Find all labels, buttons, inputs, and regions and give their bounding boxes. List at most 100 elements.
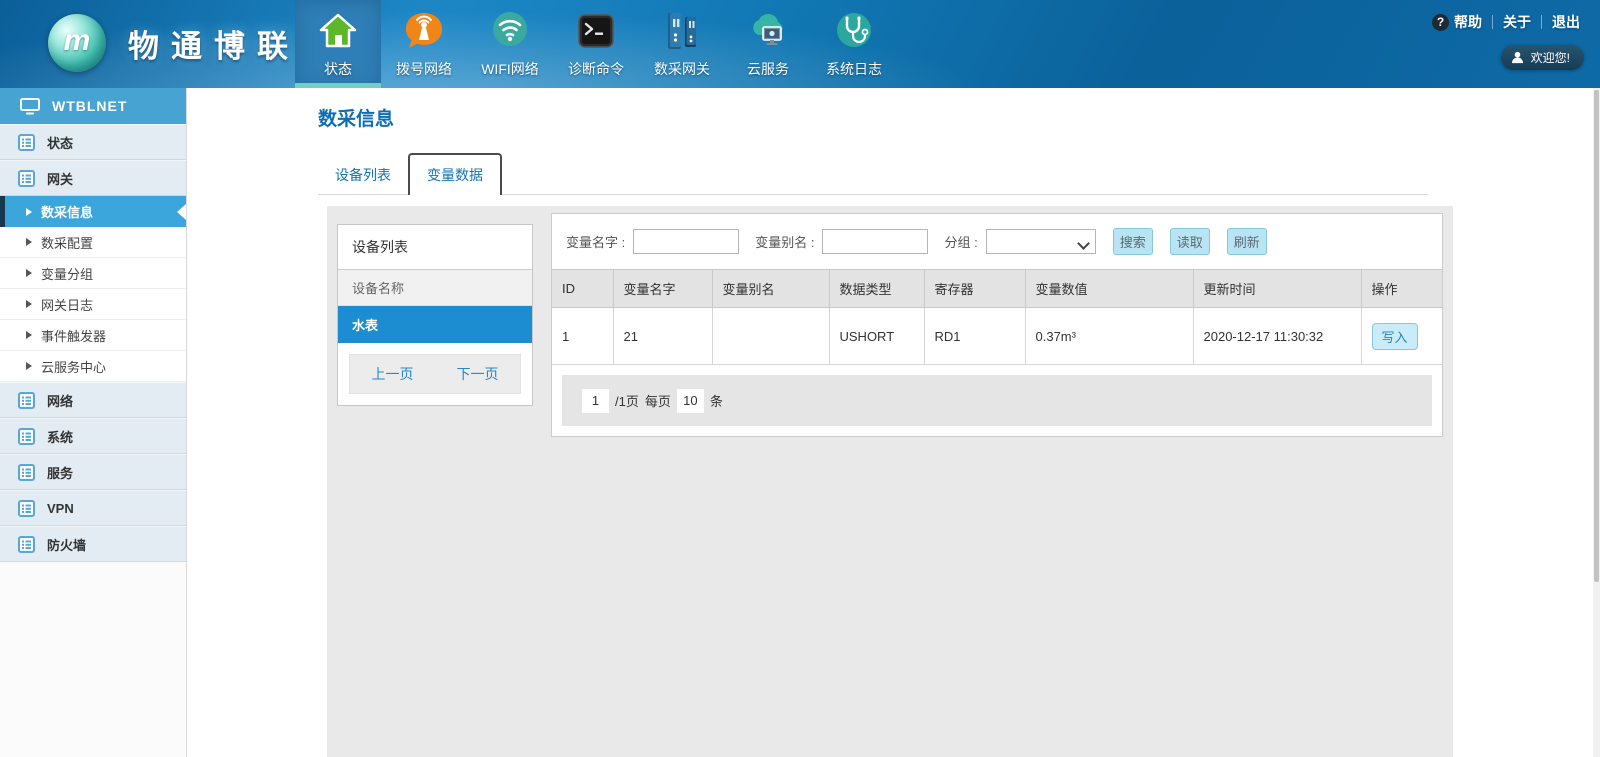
sidebar-item-label: 网关日志 (41, 295, 93, 314)
list-icon (18, 428, 35, 445)
cell-update-time: 2020-12-17 11:30:32 (1193, 308, 1361, 365)
per-page-input[interactable] (677, 389, 704, 413)
sidebar-item-event-trigger[interactable]: 事件触发器 (0, 320, 186, 351)
help-link[interactable]: ? 帮助 (1432, 12, 1482, 32)
per-page-label: 每页 (645, 391, 671, 410)
unit-label: 条 (710, 391, 723, 410)
sidebar-item-label: 事件触发器 (41, 326, 106, 345)
sidebar-item-vpn[interactable]: VPN (0, 490, 186, 526)
nav-item-cloud-service[interactable]: 云服务 (725, 0, 811, 88)
nav-item-label: 云服务 (747, 59, 789, 79)
nav-item-data-gateway[interactable]: 数采网关 (639, 0, 725, 88)
list-icon (18, 536, 35, 553)
caret-right-icon (26, 362, 32, 370)
main-content: 数采信息 设备列表 变量数据 设备列表 设备名称 水表 上一页 下一页 变量名字… (188, 88, 1600, 757)
list-icon (18, 392, 35, 409)
group-select[interactable] (986, 229, 1096, 254)
nav-item-diagnostic-command[interactable]: 诊断命令 (553, 0, 639, 88)
user-icon (1511, 51, 1524, 64)
sidebar-item-variable-group[interactable]: 变量分组 (0, 258, 186, 289)
monitor-icon (20, 98, 40, 115)
nav-item-label: 系统日志 (826, 59, 882, 79)
wifi-icon (487, 8, 533, 54)
dialup-antenna-icon (401, 8, 447, 54)
sidebar-item-gateway-log[interactable]: 网关日志 (0, 289, 186, 320)
sidebar-item-service[interactable]: 服务 (0, 454, 186, 490)
list-icon (18, 134, 35, 151)
caret-right-icon (26, 269, 32, 277)
logout-link[interactable]: 退出 (1552, 12, 1580, 32)
sidebar-item-data-collection-config[interactable]: 数采配置 (0, 227, 186, 258)
cell-register: RD1 (924, 308, 1025, 365)
nav-item-wifi-network[interactable]: WIFI网络 (467, 0, 553, 88)
caret-right-icon (26, 300, 32, 308)
help-icon: ? (1432, 14, 1449, 31)
col-register: 寄存器 (924, 270, 1025, 308)
search-button[interactable]: 搜索 (1113, 228, 1153, 255)
read-button[interactable]: 读取 (1170, 228, 1210, 255)
top-utility-links: ? 帮助 关于 退出 (1432, 12, 1580, 32)
nav-item-system-log[interactable]: 系统日志 (811, 0, 897, 88)
group-select-wrap (986, 229, 1096, 254)
prev-page-link[interactable]: 上一页 (372, 364, 414, 384)
tab-variable-data[interactable]: 变量数据 (408, 153, 502, 195)
sidebar-item-cloud-service-center[interactable]: 云服务中心 (0, 351, 186, 382)
sidebar-item-label: 网关 (47, 169, 73, 188)
sidebar-item-label: 防火墙 (47, 535, 86, 554)
col-update-time: 更新时间 (1193, 270, 1361, 308)
table-row: 1 21 USHORT RD1 0.37m³ 2020-12-17 11:30:… (552, 308, 1442, 365)
nav-item-label: 状态 (324, 59, 352, 79)
tab-device-list[interactable]: 设备列表 (318, 156, 408, 194)
brand-logo: m 物通博联 (48, 14, 300, 72)
variable-table: ID 变量名字 变量别名 数据类型 寄存器 变量数值 更新时间 操作 1 21 (552, 269, 1442, 365)
brand-name: 物通博联 (128, 21, 300, 66)
gateway-servers-icon (659, 8, 705, 54)
sidebar-item-label: 云服务中心 (41, 357, 106, 376)
nav-item-status[interactable]: 状态 (295, 0, 381, 88)
col-variable-name: 变量名字 (613, 270, 712, 308)
caret-right-icon (26, 331, 32, 339)
caret-right-icon (26, 238, 32, 246)
variable-alias-label: 变量别名 : (755, 232, 814, 251)
variable-name-input[interactable] (633, 229, 739, 254)
sidebar-item-system[interactable]: 系统 (0, 418, 186, 454)
write-button[interactable]: 写入 (1372, 323, 1418, 350)
device-row-water-meter[interactable]: 水表 (338, 306, 532, 343)
table-header-row: ID 变量名字 变量别名 数据类型 寄存器 变量数值 更新时间 操作 (552, 270, 1442, 308)
welcome-badge[interactable]: 欢迎您! (1501, 45, 1584, 70)
col-id: ID (552, 270, 613, 308)
variable-data-panel: 变量名字 : 变量别名 : 分组 : 搜索 读取 刷新 (551, 213, 1443, 437)
table-pagination: /1页 每页 条 (562, 375, 1432, 426)
col-data-type: 数据类型 (829, 270, 924, 308)
top-nav: 状态 拨号网络 WIFI网络 诊断命令 数采网关 (295, 0, 897, 88)
refresh-button[interactable]: 刷新 (1227, 228, 1267, 255)
sidebar-item-network[interactable]: 网络 (0, 382, 186, 418)
page-count-label: /1页 (615, 391, 639, 410)
stethoscope-icon (831, 8, 877, 54)
about-link[interactable]: 关于 (1503, 12, 1531, 32)
cell-variable-alias (712, 308, 829, 365)
logout-label: 退出 (1552, 12, 1580, 32)
terminal-icon (573, 8, 619, 54)
page-number-input[interactable] (582, 389, 609, 413)
scrollbar-thumb[interactable] (1594, 90, 1599, 582)
cell-variable-value: 0.37m³ (1025, 308, 1193, 365)
sidebar-device-header: WTBLNET (0, 88, 186, 124)
nav-item-dialup-network[interactable]: 拨号网络 (381, 0, 467, 88)
device-list-pager: 上一页 下一页 (349, 354, 521, 394)
cell-variable-name: 21 (613, 308, 712, 365)
variable-name-label: 变量名字 : (566, 232, 625, 251)
nav-item-label: 拨号网络 (396, 59, 452, 79)
sidebar-item-gateway[interactable]: 网关 (0, 160, 186, 196)
device-name-column-header: 设备名称 (338, 270, 532, 306)
sidebar-item-label: 系统 (47, 427, 73, 446)
divider (1541, 15, 1542, 29)
sidebar-item-status[interactable]: 状态 (0, 124, 186, 160)
sidebar-item-firewall[interactable]: 防火墙 (0, 526, 186, 562)
vertical-scrollbar[interactable] (1593, 88, 1600, 757)
variable-alias-input[interactable] (822, 229, 928, 254)
sidebar-item-data-collection-info[interactable]: 数采信息 (0, 196, 186, 227)
nav-item-label: WIFI网络 (481, 59, 539, 79)
next-page-link[interactable]: 下一页 (457, 364, 499, 384)
device-name: WTBLNET (52, 98, 127, 114)
